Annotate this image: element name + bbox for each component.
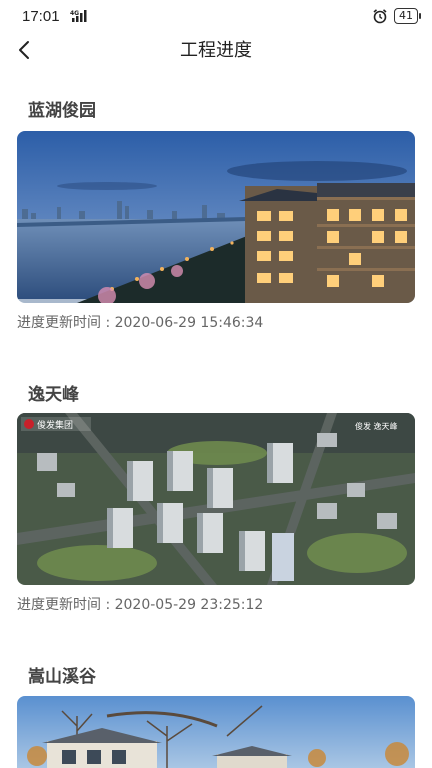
project-title: 蓝湖俊园 bbox=[28, 101, 96, 121]
project-image-yitianfeng[interactable]: 俊发集团 俊发 逸天峰 bbox=[17, 413, 415, 585]
project-watermark: 俊发 逸天峰 bbox=[355, 421, 398, 431]
page-title: 工程进度 bbox=[180, 40, 252, 61]
project-image-songshan[interactable] bbox=[17, 696, 415, 768]
battery-icon: 41 bbox=[394, 8, 421, 24]
nav-bar: 工程进度 bbox=[0, 32, 432, 78]
battery-level: 41 bbox=[399, 9, 413, 22]
signal-icon: 4G bbox=[70, 9, 92, 23]
project-title: 嵩山溪谷 bbox=[28, 667, 96, 687]
status-time: 17:01 bbox=[22, 8, 60, 25]
brand-watermark: 俊发集团 bbox=[37, 419, 73, 431]
project-update-time: 进度更新时间 : 2020-05-29 23:25:12 bbox=[17, 597, 264, 613]
project-title: 逸天峰 bbox=[28, 385, 79, 405]
project-update-time: 进度更新时间 : 2020-06-29 15:46:34 bbox=[17, 315, 264, 331]
network-label: 4G bbox=[70, 10, 79, 17]
project-image-lanhu[interactable] bbox=[17, 131, 415, 303]
alarm-icon bbox=[372, 8, 388, 24]
status-bar: 17:01 4G 41 bbox=[0, 0, 432, 32]
